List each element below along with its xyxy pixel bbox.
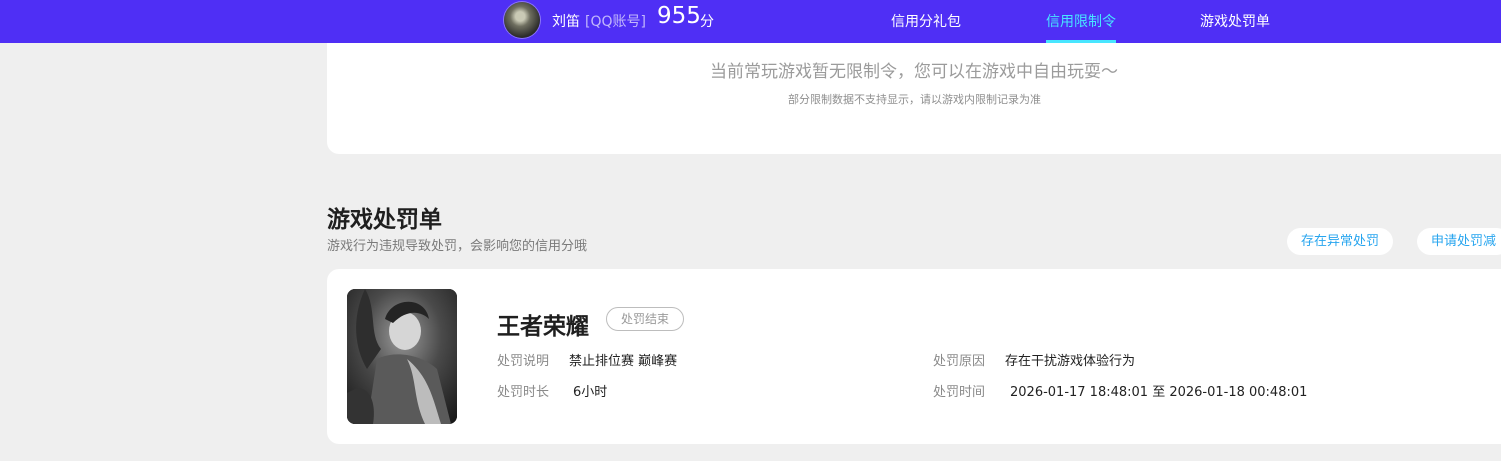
credit-score-unit: 分 [700, 14, 714, 30]
section-subtitle: 游戏行为违规导致处罚，会影响您的信用分哦 [327, 239, 588, 254]
game-hero-image [347, 289, 457, 424]
duration-label: 处罚时长 [497, 385, 550, 400]
section-title: 游戏处罚单 [327, 207, 442, 233]
no-restriction-message: 当前常玩游戏暂无限制令，您可以在游戏中自由玩耍～ [710, 62, 1118, 82]
apply-penalty-reduction-button[interactable]: 申请处罚减 [1417, 228, 1501, 255]
game-name: 王者荣耀 [497, 314, 589, 340]
tab-game-penalty[interactable]: 游戏处罚单 [1200, 11, 1270, 31]
desc-value: 禁止排位赛 巅峰赛 [569, 354, 678, 369]
top-nav-bar: 刘笛 [QQ账号] 955 分 信用分礼包 信用限制令 游戏处罚单 [0, 0, 1501, 43]
tab-credit-gift[interactable]: 信用分礼包 [891, 11, 961, 31]
restriction-note: 部分限制数据不支持显示，请以游戏内限制记录为准 [788, 93, 1041, 106]
time-label: 处罚时间 [933, 385, 986, 400]
time-value: 2026-01-17 18:48:01 至 2026-01-18 00:48:0… [1010, 385, 1308, 400]
credit-score: 955 [657, 3, 701, 29]
reason-value: 存在干扰游戏体验行为 [1005, 354, 1136, 369]
username: 刘笛 [552, 14, 580, 30]
penalty-card: 王者荣耀 处罚结束 处罚说明 禁止排位赛 巅峰赛 处罚时长 6小时 处罚原因 存… [327, 269, 1501, 444]
status-badge: 处罚结束 [606, 307, 685, 331]
tab-credit-restriction[interactable]: 信用限制令 [1046, 11, 1116, 31]
account-type-label: [QQ账号] [585, 14, 646, 30]
abnormal-penalty-button[interactable]: 存在异常处罚 [1287, 228, 1394, 255]
restriction-card: 当前常玩游戏暂无限制令，您可以在游戏中自由玩耍～ 部分限制数据不支持显示，请以游… [327, 43, 1501, 154]
duration-value: 6小时 [573, 385, 608, 400]
desc-label: 处罚说明 [497, 354, 550, 369]
avatar[interactable] [504, 2, 540, 38]
reason-label: 处罚原因 [933, 354, 986, 369]
